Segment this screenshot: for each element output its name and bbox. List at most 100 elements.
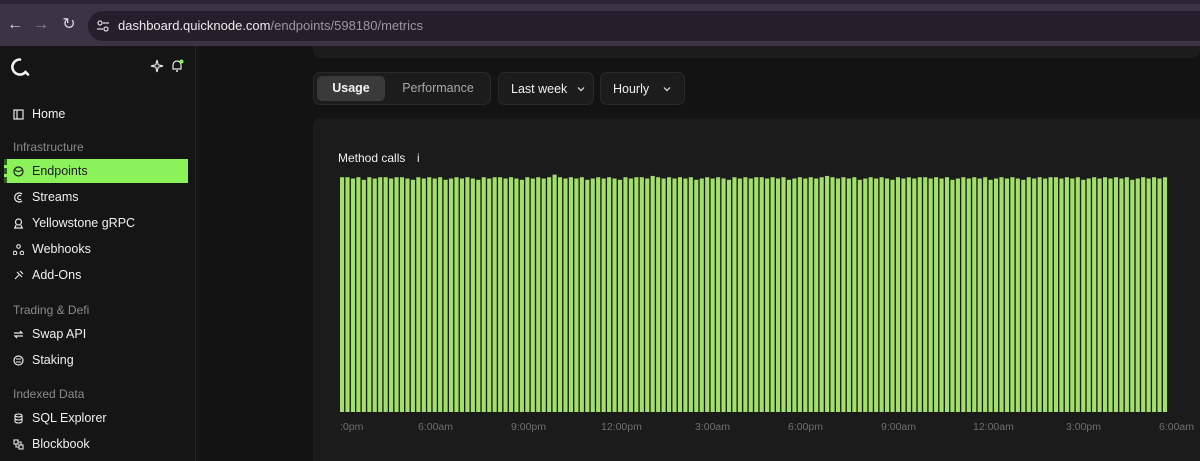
chart-bar[interactable] [999,177,1004,412]
chart-bar[interactable] [677,177,682,412]
granularity-dropdown[interactable]: Hourly [600,72,685,105]
chart-bar[interactable] [383,177,388,412]
chart-bar[interactable] [716,177,721,412]
chart-bar[interactable] [372,178,377,412]
sidebar-item-endpoints[interactable]: Endpoints [4,159,188,183]
chart-bar[interactable] [721,178,726,412]
chart-bar[interactable] [1146,178,1151,412]
chart-bar[interactable] [399,177,405,412]
chart-bar[interactable] [748,178,753,412]
chart-bar[interactable] [579,177,584,412]
chart-bar[interactable] [1075,177,1080,412]
chart-bar[interactable] [917,177,922,412]
chart-bar[interactable] [732,177,737,412]
chart-bar[interactable] [1037,177,1042,412]
chart-bar[interactable] [1064,177,1069,412]
chart-bar[interactable] [726,179,732,412]
chart-bar[interactable] [770,177,775,412]
chart-bar[interactable] [410,179,415,412]
chart-bar[interactable] [672,178,677,412]
chart-bar[interactable] [776,178,781,412]
chart-bar[interactable] [1097,178,1102,412]
chart-bar[interactable] [977,178,982,412]
chart-bar[interactable] [814,178,819,412]
chart-bar[interactable] [1043,178,1048,412]
chart-bar[interactable] [530,178,535,412]
chart-bar[interactable] [705,177,710,412]
chart-bar[interactable] [628,178,633,412]
chart-bar[interactable] [1059,178,1064,412]
chart-bar[interactable] [503,178,508,412]
reload-icon[interactable]: ↻ [58,14,80,36]
tab-performance[interactable]: Performance [390,76,486,101]
chart-bar[interactable] [835,178,841,412]
time-range-dropdown[interactable]: Last week [498,72,594,105]
quicknode-logo-icon[interactable] [10,57,30,77]
address-bar[interactable]: dashboard.quicknode.com/endpoints/598180… [88,11,1200,41]
chart-bar[interactable] [525,177,530,412]
chart-bar[interactable] [688,177,693,412]
chart-bar[interactable] [1119,178,1124,412]
chart-bar[interactable] [852,177,857,412]
chart-bar[interactable] [481,177,486,412]
chart-bar[interactable] [427,177,432,412]
chart-bar[interactable] [476,179,481,412]
chart-bar[interactable] [1141,177,1146,412]
chart-bar[interactable] [879,177,884,412]
chart-bar[interactable] [345,177,350,412]
chart-bar[interactable] [928,178,933,412]
chart-bar[interactable] [683,178,688,412]
chart-bar[interactable] [841,177,846,412]
sidebar-item-sql-explorer[interactable]: SQL Explorer [4,406,188,430]
forward-arrow-icon[interactable]: → [30,14,52,36]
chart-bar[interactable] [1113,177,1118,412]
chart-bar[interactable] [885,178,890,412]
chart-bar[interactable] [596,177,601,412]
sidebar-item-webhooks[interactable]: Webhooks [4,237,188,261]
chart-bar[interactable] [389,178,394,412]
chart-bar[interactable] [492,177,497,412]
chart-bar[interactable] [661,178,666,412]
sidebar-item-add-ons[interactable]: Add-Ons [4,263,188,287]
chart-bar[interactable] [803,178,808,412]
chart-bar[interactable] [906,177,911,412]
chart-bar[interactable] [934,177,939,412]
chart-bar[interactable] [617,179,623,412]
chart-bar[interactable] [443,179,448,412]
chart-bar[interactable] [939,178,944,412]
chart-bar[interactable] [601,178,606,412]
chart-bar[interactable] [432,178,437,412]
chart-bar[interactable] [754,177,759,412]
sidebar-item-staking[interactable]: Staking [4,348,188,372]
chart-bar[interactable] [1010,177,1015,412]
chart-bar[interactable] [487,178,492,412]
chart-bar[interactable] [1004,178,1009,412]
chart-bar[interactable] [988,179,993,412]
chart-bar[interactable] [361,179,366,412]
sidebar-item-yellowstone-grpc[interactable]: Yellowstone gRPC [4,211,188,235]
chart-bar[interactable] [563,178,568,412]
chart-bar[interactable] [438,177,443,412]
sidebar-item-home[interactable]: Home [4,102,188,126]
back-arrow-icon[interactable]: ← [4,14,26,36]
chart-bar[interactable] [786,179,791,412]
chart-bar[interactable] [552,174,557,412]
chart-bar[interactable] [1092,177,1097,412]
chart-bar[interactable] [449,178,454,412]
chart-bar[interactable] [781,177,786,412]
chart-bar[interactable] [667,177,672,412]
chart-bar[interactable] [1108,178,1113,412]
chart-bar[interactable] [890,179,895,412]
chart-bar[interactable] [863,178,868,412]
chart-bar[interactable] [470,178,475,412]
chart-bar[interactable] [699,178,704,412]
chart-bar[interactable] [378,177,383,412]
chart-bar[interactable] [645,178,650,412]
sidebar-item-streams[interactable]: Streams [4,185,188,209]
chart-bar[interactable] [912,178,917,412]
chart-bar[interactable] [808,177,813,412]
chart-bar[interactable] [340,177,345,412]
chart-bar[interactable] [710,178,715,412]
chart-bar[interactable] [1026,177,1031,412]
chart-bar[interactable] [623,177,628,412]
